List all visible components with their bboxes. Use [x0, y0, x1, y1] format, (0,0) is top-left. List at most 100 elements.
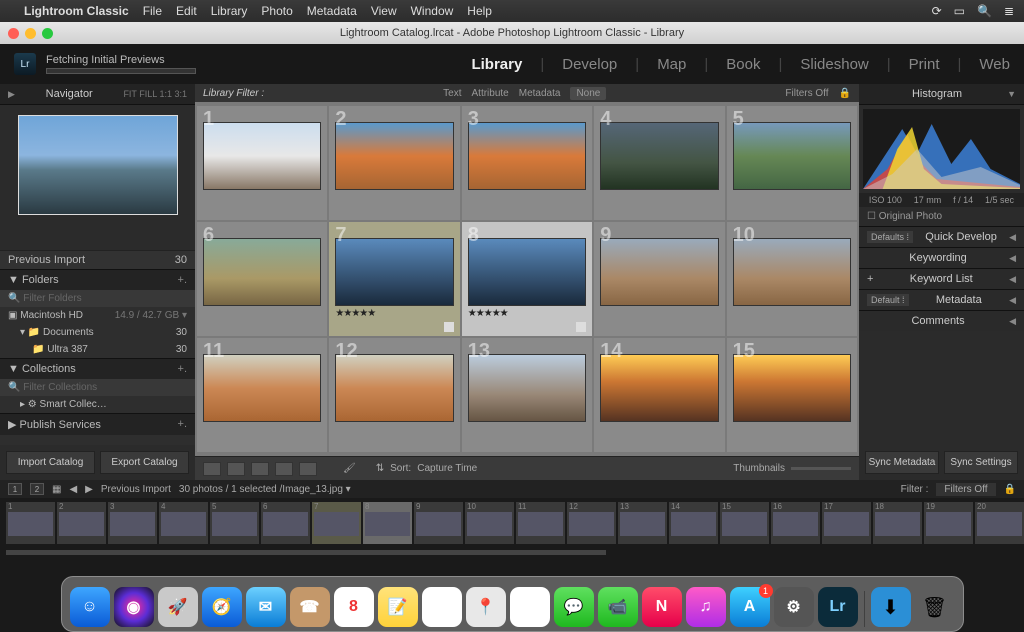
filmstrip-scrollbar[interactable]: [0, 550, 1024, 557]
monitor-1[interactable]: 1: [8, 483, 22, 495]
thumbnail-size-slider[interactable]: [791, 467, 851, 470]
loupe-view-icon[interactable]: [227, 462, 245, 476]
filmstrip-thumb[interactable]: 9: [414, 502, 463, 544]
module-develop[interactable]: Develop: [562, 56, 617, 73]
app-menu[interactable]: Lightroom Classic: [24, 4, 129, 18]
filmstrip-thumb[interactable]: 8: [363, 502, 412, 544]
thumbnail-cell[interactable]: 7★★★★★: [329, 222, 459, 336]
histogram-display[interactable]: [863, 109, 1020, 189]
dock-finder-icon[interactable]: ☺: [70, 587, 110, 627]
menu-view[interactable]: View: [371, 4, 397, 18]
dock-mail-icon[interactable]: ✉: [246, 587, 286, 627]
filmstrip-thumb[interactable]: 15: [720, 502, 769, 544]
folders-header[interactable]: ▼ Folders+.: [0, 269, 195, 290]
filter-attribute[interactable]: Attribute: [472, 88, 509, 99]
module-library[interactable]: Library: [471, 56, 522, 73]
dock-appstore-icon[interactable]: A1: [730, 587, 770, 627]
dock-news-icon[interactable]: N: [642, 587, 682, 627]
sort-direction-icon[interactable]: ⇅: [376, 463, 384, 474]
filmstrip-thumb[interactable]: 11: [516, 502, 565, 544]
original-photo-checkbox[interactable]: ☐ Original Photo: [859, 207, 1024, 226]
grid-icon[interactable]: ▦: [52, 484, 61, 495]
filmstrip-filter-value[interactable]: Filters Off: [936, 483, 995, 496]
thumbnail-cell[interactable]: 3: [462, 106, 592, 220]
minimize-button[interactable]: [25, 28, 36, 39]
menu-photo[interactable]: Photo: [261, 4, 292, 18]
menu-help[interactable]: Help: [467, 4, 492, 18]
dock-calendar-icon[interactable]: 8: [334, 587, 374, 627]
volume-row[interactable]: ▣ Macintosh HD 14.9 / 42.7 GB ▾: [0, 307, 195, 324]
menu-edit[interactable]: Edit: [176, 4, 197, 18]
dock-lightroom-icon[interactable]: Lr: [818, 587, 858, 627]
filmstrip-thumb[interactable]: 1: [6, 502, 55, 544]
panel-keyword-list[interactable]: +Keyword List◀: [859, 268, 1024, 289]
thumbnail-cell[interactable]: 14: [594, 338, 724, 452]
menu-file[interactable]: File: [143, 4, 162, 18]
compare-view-icon[interactable]: [251, 462, 269, 476]
dock-trash-icon[interactable]: 🗑: [915, 587, 955, 627]
menu-metadata[interactable]: Metadata: [307, 4, 357, 18]
module-print[interactable]: Print: [909, 56, 940, 73]
panel-keywording[interactable]: Keywording◀: [859, 247, 1024, 268]
module-book[interactable]: Book: [726, 56, 760, 73]
folder-ultra387[interactable]: 📁 Ultra 38730: [0, 341, 195, 358]
thumbnail-cell[interactable]: 11: [197, 338, 327, 452]
module-map[interactable]: Map: [657, 56, 686, 73]
nav-fwd-icon[interactable]: ▶: [85, 484, 93, 495]
filmstrip-thumb[interactable]: 17: [822, 502, 871, 544]
thumbnail-cell[interactable]: 6: [197, 222, 327, 336]
filmstrip-thumb[interactable]: 6: [261, 502, 310, 544]
export-catalog-button[interactable]: Export Catalog: [100, 451, 189, 474]
dock-itunes-icon[interactable]: ♫: [686, 587, 726, 627]
filmstrip-thumb[interactable]: 12: [567, 502, 616, 544]
status-display-icon[interactable]: ▭: [954, 4, 965, 18]
survey-view-icon[interactable]: [275, 462, 293, 476]
filmstrip-thumb[interactable]: 20: [975, 502, 1024, 544]
filmstrip-thumb[interactable]: 10: [465, 502, 514, 544]
navigator-header[interactable]: ▶Navigator FIT FILL 1:1 3:1: [0, 84, 195, 105]
thumbnail-cell[interactable]: 5: [727, 106, 857, 220]
filmstrip-thumb[interactable]: 19: [924, 502, 973, 544]
people-view-icon[interactable]: [299, 462, 317, 476]
navigator-preview[interactable]: [18, 115, 178, 215]
dock-maps-icon[interactable]: 📍: [466, 587, 506, 627]
nav-back-icon[interactable]: ◀: [69, 484, 77, 495]
thumbnail-cell[interactable]: 4: [594, 106, 724, 220]
painter-icon[interactable]: 🖌: [343, 463, 356, 474]
panel-metadata[interactable]: Default ⁞Metadata◀: [859, 289, 1024, 310]
sync-metadata-button[interactable]: Sync Metadata: [865, 451, 939, 474]
sort-value[interactable]: Capture Time: [417, 463, 477, 474]
grid-view-icon[interactable]: [203, 462, 221, 476]
dock-facetime-icon[interactable]: 📹: [598, 587, 638, 627]
status-sync-icon[interactable]: ⟳: [932, 4, 942, 18]
smart-collections[interactable]: ▸ ⚙ Smart Collec…: [0, 396, 195, 413]
thumbnail-cell[interactable]: 1: [197, 106, 327, 220]
filmstrip-thumb[interactable]: 13: [618, 502, 667, 544]
filmstrip-thumb[interactable]: 4: [159, 502, 208, 544]
thumbnail-cell[interactable]: 9: [594, 222, 724, 336]
zoom-button[interactable]: [42, 28, 53, 39]
dock-siri-icon[interactable]: ◉: [114, 587, 154, 627]
filter-lock-icon[interactable]: 🔒: [839, 88, 851, 99]
sync-settings-button[interactable]: Sync Settings: [944, 451, 1018, 474]
status-menu-icon[interactable]: ≣: [1004, 4, 1014, 18]
thumbnail-cell[interactable]: 8★★★★★: [462, 222, 592, 336]
filter-lock-icon[interactable]: 🔒: [1004, 484, 1016, 495]
folder-documents[interactable]: ▾ 📁 Documents30: [0, 324, 195, 341]
filter-metadata[interactable]: Metadata: [519, 88, 561, 99]
thumbnail-cell[interactable]: 13: [462, 338, 592, 452]
module-web[interactable]: Web: [979, 56, 1010, 73]
dock-contacts-icon[interactable]: ☎: [290, 587, 330, 627]
filmstrip-thumb[interactable]: 5: [210, 502, 259, 544]
publish-header[interactable]: ▶ Publish Services+.: [0, 413, 195, 435]
menu-window[interactable]: Window: [411, 4, 454, 18]
menu-library[interactable]: Library: [211, 4, 248, 18]
filters-off[interactable]: Filters Off: [785, 88, 828, 99]
panel-comments[interactable]: Comments◀: [859, 310, 1024, 331]
filmstrip-thumb[interactable]: 2: [57, 502, 106, 544]
filmstrip-thumb[interactable]: 18: [873, 502, 922, 544]
filter-none[interactable]: None: [570, 87, 606, 100]
filmstrip-thumb[interactable]: 3: [108, 502, 157, 544]
thumbnail-cell[interactable]: 2: [329, 106, 459, 220]
close-button[interactable]: [8, 28, 19, 39]
